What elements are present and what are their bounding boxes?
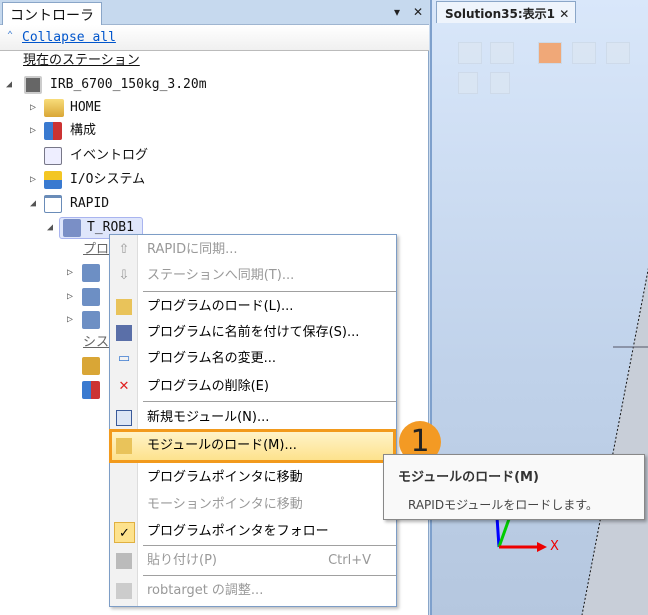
tools-module-icon <box>82 381 100 399</box>
module-icon <box>82 311 100 329</box>
tools-icon <box>44 122 62 140</box>
module-icon <box>82 288 100 306</box>
paste-icon <box>116 553 132 569</box>
tooltip-text: RAPIDモジュールをロードします。 <box>408 498 599 512</box>
menu-label: プログラムの削除(E) <box>147 379 269 394</box>
menu-item-load-module[interactable]: モジュールのロード(M)... <box>110 433 396 459</box>
task-icon <box>63 219 81 237</box>
tooltip-title: モジュールのロード(M) <box>398 470 539 485</box>
download-icon: ⇩ <box>118 268 130 283</box>
menu-label: モーションポインタに移動 <box>147 497 303 512</box>
menu-item-sync-station[interactable]: ⇩ ステーションへ同期(T)... <box>110 263 396 289</box>
menu-item-save-program-as[interactable]: プログラムに名前を付けて保存(S)... <box>110 320 396 346</box>
menu-label: ステーションへ同期(T)... <box>147 268 295 283</box>
menu-label: プログラム名の変更... <box>147 351 277 366</box>
module-icon <box>82 264 100 282</box>
menu-label: プログラムのロード(L)... <box>147 299 294 314</box>
collapse-bar: ⌃ Collapse all <box>0 25 429 51</box>
menu-label: RAPIDに同期... <box>147 242 238 257</box>
view-panel: Solution35:表示1 ✕ X <box>430 0 648 615</box>
menu-label: robtarget の調整... <box>147 583 264 598</box>
tree-system-module[interactable] <box>82 379 104 401</box>
expand-arrow-icon[interactable]: ▷ <box>30 169 36 191</box>
tree-rapid[interactable]: ◢ RAPID <box>30 193 230 215</box>
collapse-arrow-icon[interactable]: ◢ <box>6 74 12 96</box>
tree-program-modules: プロ <box>83 242 110 257</box>
collapse-all-link[interactable]: Collapse all <box>22 30 116 45</box>
log-icon <box>44 147 62 165</box>
tree-module[interactable]: ▷ <box>67 309 107 331</box>
tab-controller[interactable]: コントローラ <box>2 2 102 25</box>
menu-item-rename-program[interactable]: ▭ プログラム名の変更... <box>110 346 396 372</box>
panel-tab-bar: コントローラ ▾ ✕ <box>0 0 429 25</box>
menu-item-move-program-pointer[interactable]: プログラムポインタに移動 <box>110 465 396 491</box>
menu-label: プログラムポインタをフォロー <box>147 524 329 539</box>
tree-system-modules: シス <box>83 335 110 350</box>
open-folder-icon <box>116 299 132 315</box>
delete-x-icon: ✕ <box>118 379 130 394</box>
tree-controller[interactable]: ◢ IRB_6700_150kg_3.20m <box>6 74 306 96</box>
menu-label: 貼り付け(P) <box>147 553 217 568</box>
tree-station[interactable]: 現在のステーション <box>23 50 140 72</box>
tree-label: RAPID <box>70 196 110 211</box>
expand-arrow-icon[interactable]: ▷ <box>67 262 73 284</box>
menu-item-sync-rapid[interactable]: ⇧ RAPIDに同期... <box>110 237 396 263</box>
menu-item-adjust-robtarget[interactable]: robtarget の調整... <box>110 578 396 604</box>
menu-item-follow-program-pointer[interactable]: ✓ プログラムポインタをフォロー <box>110 519 396 545</box>
menu-label: モジュールのロード(M)... <box>147 438 297 453</box>
double-chevron-up-icon: ⌃ <box>7 30 14 41</box>
menu-item-move-motion-pointer[interactable]: モーションポインタに移動 <box>110 492 396 518</box>
open-folder-icon <box>116 438 132 454</box>
menu-label: 新規モジュール(N)... <box>147 410 270 425</box>
tree-module[interactable]: ▷ <box>67 262 107 284</box>
context-menu: ⇧ RAPIDに同期... ⇩ ステーションへ同期(T)... プログラムのロード(… <box>109 234 397 607</box>
menu-label: プログラムポインタに移動 <box>147 470 303 485</box>
axis-x-label: X <box>550 539 559 554</box>
collapse-arrow-icon[interactable]: ◢ <box>47 217 53 239</box>
hand-module-icon <box>82 357 100 375</box>
tree-label: IRB_6700_150kg_3.20m <box>50 77 207 92</box>
expand-arrow-icon[interactable]: ▷ <box>30 97 36 119</box>
collapse-arrow-icon[interactable]: ◢ <box>30 193 36 215</box>
checkmark-icon: ✓ <box>114 522 135 543</box>
menu-item-new-module[interactable]: 新規モジュール(N)... <box>110 405 396 431</box>
dropdown-icon[interactable]: ▾ <box>394 5 400 19</box>
window-icon <box>44 195 62 213</box>
tree-config[interactable]: ▷ 構成 <box>30 120 230 142</box>
tree-system-module[interactable] <box>82 355 104 377</box>
folder-icon <box>44 99 64 117</box>
tree-label: I/Oシステム <box>70 172 146 187</box>
tree-io[interactable]: ▷ I/Oシステム <box>30 169 230 191</box>
expand-arrow-icon[interactable]: ▷ <box>67 309 73 331</box>
tree-module[interactable]: ▷ <box>67 286 107 308</box>
tree-label: HOME <box>70 100 102 115</box>
tree-label: 構成 <box>70 123 97 138</box>
rename-icon: ▭ <box>117 351 131 366</box>
menu-item-delete-program[interactable]: ✕ プログラムの削除(E) <box>110 374 396 400</box>
menu-item-load-program[interactable]: プログラムのロード(L)... <box>110 294 396 320</box>
io-arrows-icon <box>44 171 62 189</box>
expand-arrow-icon[interactable]: ▷ <box>30 120 36 142</box>
tree-label: イベントログ <box>70 148 149 163</box>
tree-event-log[interactable]: イベントログ <box>30 145 230 167</box>
save-as-icon <box>116 325 132 341</box>
shortcut-label: Ctrl+V <box>328 553 371 568</box>
sync-icon: ⇧ <box>118 242 130 257</box>
expand-arrow-icon[interactable]: ▷ <box>67 286 73 308</box>
menu-label: プログラムに名前を付けて保存(S)... <box>147 325 360 340</box>
tree-home[interactable]: ▷ HOME <box>30 97 230 119</box>
menu-item-paste[interactable]: 貼り付け(P) Ctrl+V <box>110 548 396 574</box>
tooltip: モジュールのロード(M) RAPIDモジュールをロードします。 <box>383 454 645 520</box>
new-module-icon <box>116 410 132 426</box>
controller-icon <box>24 76 42 94</box>
robtarget-icon <box>116 583 132 599</box>
close-icon[interactable]: ✕ <box>413 5 423 19</box>
